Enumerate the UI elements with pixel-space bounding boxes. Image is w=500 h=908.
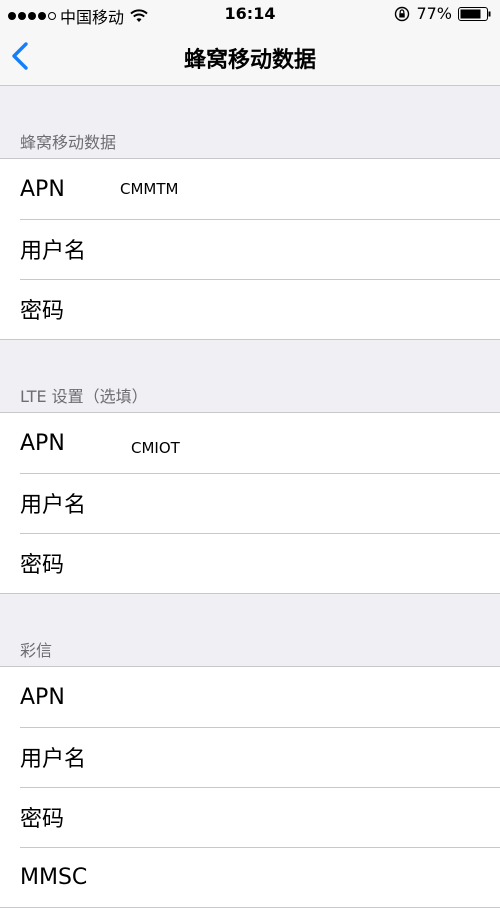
password-row[interactable]: 密码 [0, 279, 500, 339]
mms-group: APN 用户名 密码 MMSC [0, 666, 500, 908]
status-right: 77% [394, 4, 492, 23]
page-title: 蜂窝移动数据 [183, 48, 316, 73]
password-row[interactable]: 密码 [0, 787, 500, 847]
nav-bar: 蜂窝移动数据 [0, 28, 500, 86]
apn-row[interactable]: APN CMIOT [0, 413, 500, 473]
battery-percent: 77% [416, 4, 452, 23]
row-label: 用户名 [20, 493, 87, 518]
row-label: 密码 [20, 553, 65, 578]
username-row[interactable]: 用户名 [0, 219, 500, 279]
cellular-data-group: APN CMMTM 用户名 密码 [0, 158, 500, 340]
apn-field[interactable]: CMIOT [131, 439, 180, 457]
status-bar: 中国移动 16:14 77% [0, 0, 500, 28]
orientation-lock-icon [395, 6, 410, 21]
apn-field[interactable]: CMMTM [120, 180, 178, 198]
apn-row[interactable]: APN CMMTM [0, 159, 500, 219]
row-label: MMSC [20, 864, 88, 890]
row-label: 密码 [20, 299, 65, 324]
row-label: 密码 [20, 807, 65, 832]
row-label: 用户名 [20, 747, 87, 772]
apn-row[interactable]: APN [0, 667, 500, 727]
lte-settings-group: APN CMIOT 用户名 密码 [0, 412, 500, 594]
row-label: APN [20, 430, 65, 456]
row-label: APN [20, 176, 65, 202]
battery-icon [458, 6, 491, 21]
section-header-lte: LTE 设置（选填） [20, 387, 148, 406]
username-row[interactable]: 用户名 [0, 727, 500, 787]
username-row[interactable]: 用户名 [0, 473, 500, 533]
mmsc-row[interactable]: MMSC [0, 847, 500, 907]
password-row[interactable]: 密码 [0, 533, 500, 593]
row-label: 用户名 [20, 239, 87, 264]
section-header-mms: 彩信 [20, 641, 53, 660]
row-label: APN [20, 684, 65, 710]
section-header-cellular: 蜂窝移动数据 [20, 133, 117, 152]
